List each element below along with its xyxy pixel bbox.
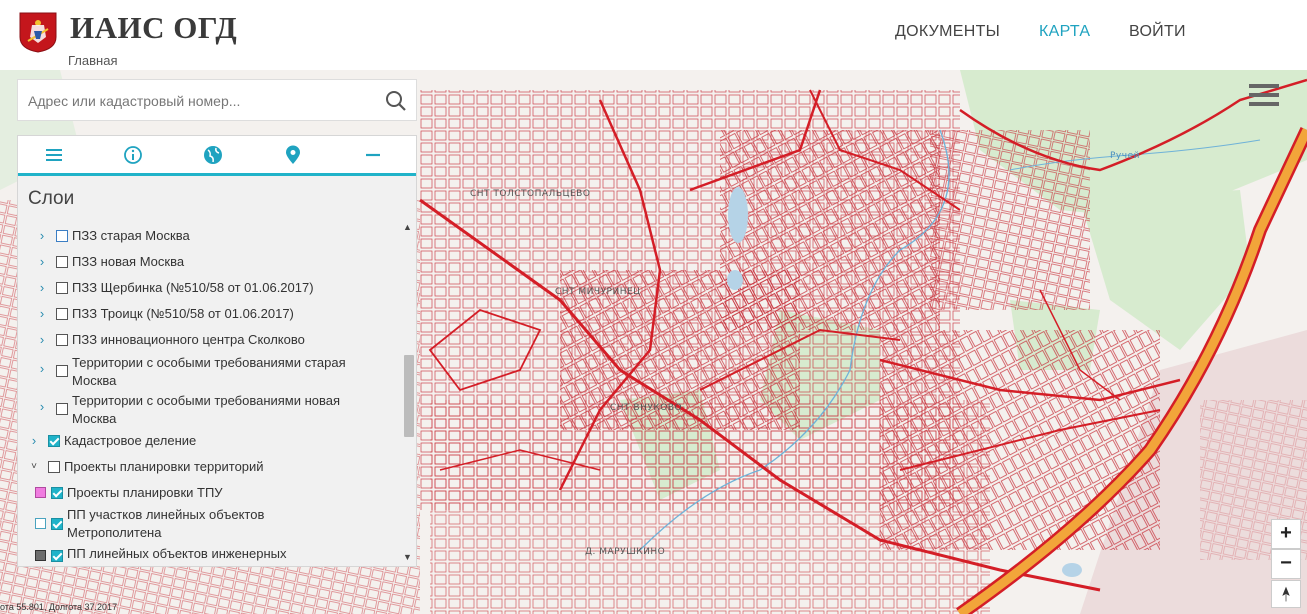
layer-checkbox[interactable]: [56, 334, 68, 346]
map-menu-icon[interactable]: [1249, 84, 1279, 110]
layer-checkbox[interactable]: [56, 365, 68, 377]
layers-list: › ПЗЗ старая Москва › ПЗЗ новая Москва ›…: [18, 220, 403, 566]
chevron-down-icon[interactable]: ˅: [29, 457, 39, 476]
map-label-snt-vnukovo: СНТ ВНУКОВО: [610, 403, 682, 413]
map-label-snt-michurinets: СНТ МИЧУРИНЕЦ: [555, 287, 641, 297]
layer-label: Москва: [72, 411, 117, 426]
scroll-up-icon[interactable]: ▲: [403, 222, 412, 232]
globe-icon[interactable]: [202, 144, 224, 166]
chevron-right-icon[interactable]: ›: [29, 431, 39, 450]
chevron-right-icon[interactable]: ›: [37, 252, 47, 271]
layer-checkbox[interactable]: [56, 282, 68, 294]
scroll-down-icon[interactable]: ▼: [403, 552, 412, 562]
chevron-right-icon[interactable]: ›: [37, 359, 47, 378]
layer-label: ПЗЗ инновационного центра Сколково: [72, 332, 305, 347]
chevron-right-icon[interactable]: ›: [37, 304, 47, 323]
layers-scrollbar[interactable]: ▲ ▼: [402, 220, 415, 566]
layer-item: ПП участков линейных объектов Метрополит…: [18, 505, 403, 543]
layer-label: ПЗЗ старая Москва: [72, 228, 190, 243]
north-arrow-icon[interactable]: [1271, 580, 1301, 608]
app-header: ИАИС ОГД Главная ДОКУМЕНТЫ КАРТА ВОЙТИ: [0, 0, 1307, 70]
layer-checkbox[interactable]: [48, 461, 60, 473]
search-box: [17, 79, 417, 121]
panel-toolbar: [18, 136, 416, 176]
chevron-right-icon[interactable]: ›: [37, 397, 47, 416]
layer-label: ПЗЗ Троицк (№510/58 от 01.06.2017): [72, 306, 294, 321]
layer-checkbox[interactable]: [48, 435, 60, 447]
zoom-out-button[interactable]: −: [1271, 549, 1301, 579]
layer-checkbox[interactable]: [56, 230, 68, 242]
scroll-thumb[interactable]: [404, 355, 414, 437]
layer-color-swatch: [35, 518, 46, 529]
panel-title: Слои: [28, 188, 75, 209]
location-pin-icon[interactable]: [282, 144, 304, 166]
layer-checkbox[interactable]: [51, 518, 63, 530]
layer-label: ПП участков линейных объектов: [67, 507, 265, 522]
chevron-right-icon[interactable]: ›: [37, 278, 47, 297]
breadcrumb[interactable]: Главная: [68, 53, 117, 68]
layer-label: Территории с особыми требованиями старая: [72, 355, 346, 370]
nav-login[interactable]: ВОЙТИ: [1129, 23, 1186, 41]
info-icon[interactable]: [122, 144, 144, 166]
menu-icon[interactable]: [43, 144, 65, 166]
layer-label: Проекты планировки территорий: [64, 459, 264, 474]
layer-checkbox[interactable]: [51, 487, 63, 499]
layer-color-swatch: [35, 550, 46, 561]
layer-label: Территории с особыми требованиями новая: [72, 393, 341, 408]
chevron-right-icon[interactable]: ›: [37, 330, 47, 349]
moscow-coat-of-arms-icon[interactable]: [18, 11, 58, 53]
map-label-marushkino: Д. МАРУШКИНО: [585, 547, 665, 557]
map-label-snt-tolstopaltsevo: СНТ ТОЛСТОПАЛЬЦЕВО: [470, 189, 590, 199]
layer-checkbox[interactable]: [51, 550, 63, 562]
layer-checkbox[interactable]: [56, 308, 68, 320]
layer-label: Метрополитена: [67, 525, 162, 540]
layer-label: Кадастровое деление: [64, 433, 197, 448]
chevron-right-icon[interactable]: ›: [37, 226, 47, 245]
layer-label: ПЗЗ новая Москва: [72, 254, 185, 269]
layer-checkbox[interactable]: [56, 403, 68, 415]
layer-label: Проекты планировки ТПУ: [67, 485, 223, 500]
search-icon[interactable]: [384, 89, 408, 113]
layer-color-swatch: [35, 487, 46, 498]
layers-panel: Слои › ПЗЗ старая Москва › ПЗЗ новая Мос…: [17, 135, 417, 567]
layer-label: Москва: [72, 373, 117, 388]
layer-item: › Территории с особыми требованиями стар…: [18, 353, 403, 391]
coordinates-readout: ота 55.801, Долгота 37.2017: [0, 602, 118, 612]
app-title[interactable]: ИАИС ОГД: [70, 10, 237, 46]
search-input[interactable]: [28, 91, 368, 111]
minus-icon[interactable]: [362, 144, 384, 166]
nav-map[interactable]: КАРТА: [1039, 23, 1090, 41]
layer-label: ПП линейных объектов инженерных: [67, 546, 287, 561]
nav-documents[interactable]: ДОКУМЕНТЫ: [895, 23, 1000, 41]
map-label-creek: Ручей: [1110, 151, 1140, 161]
zoom-in-button[interactable]: +: [1271, 519, 1301, 549]
layer-label: ПЗЗ Щербинка (№510/58 от 01.06.2017): [72, 280, 314, 295]
layer-checkbox[interactable]: [56, 256, 68, 268]
layer-item: › Территории с особыми требованиями нова…: [18, 391, 403, 429]
